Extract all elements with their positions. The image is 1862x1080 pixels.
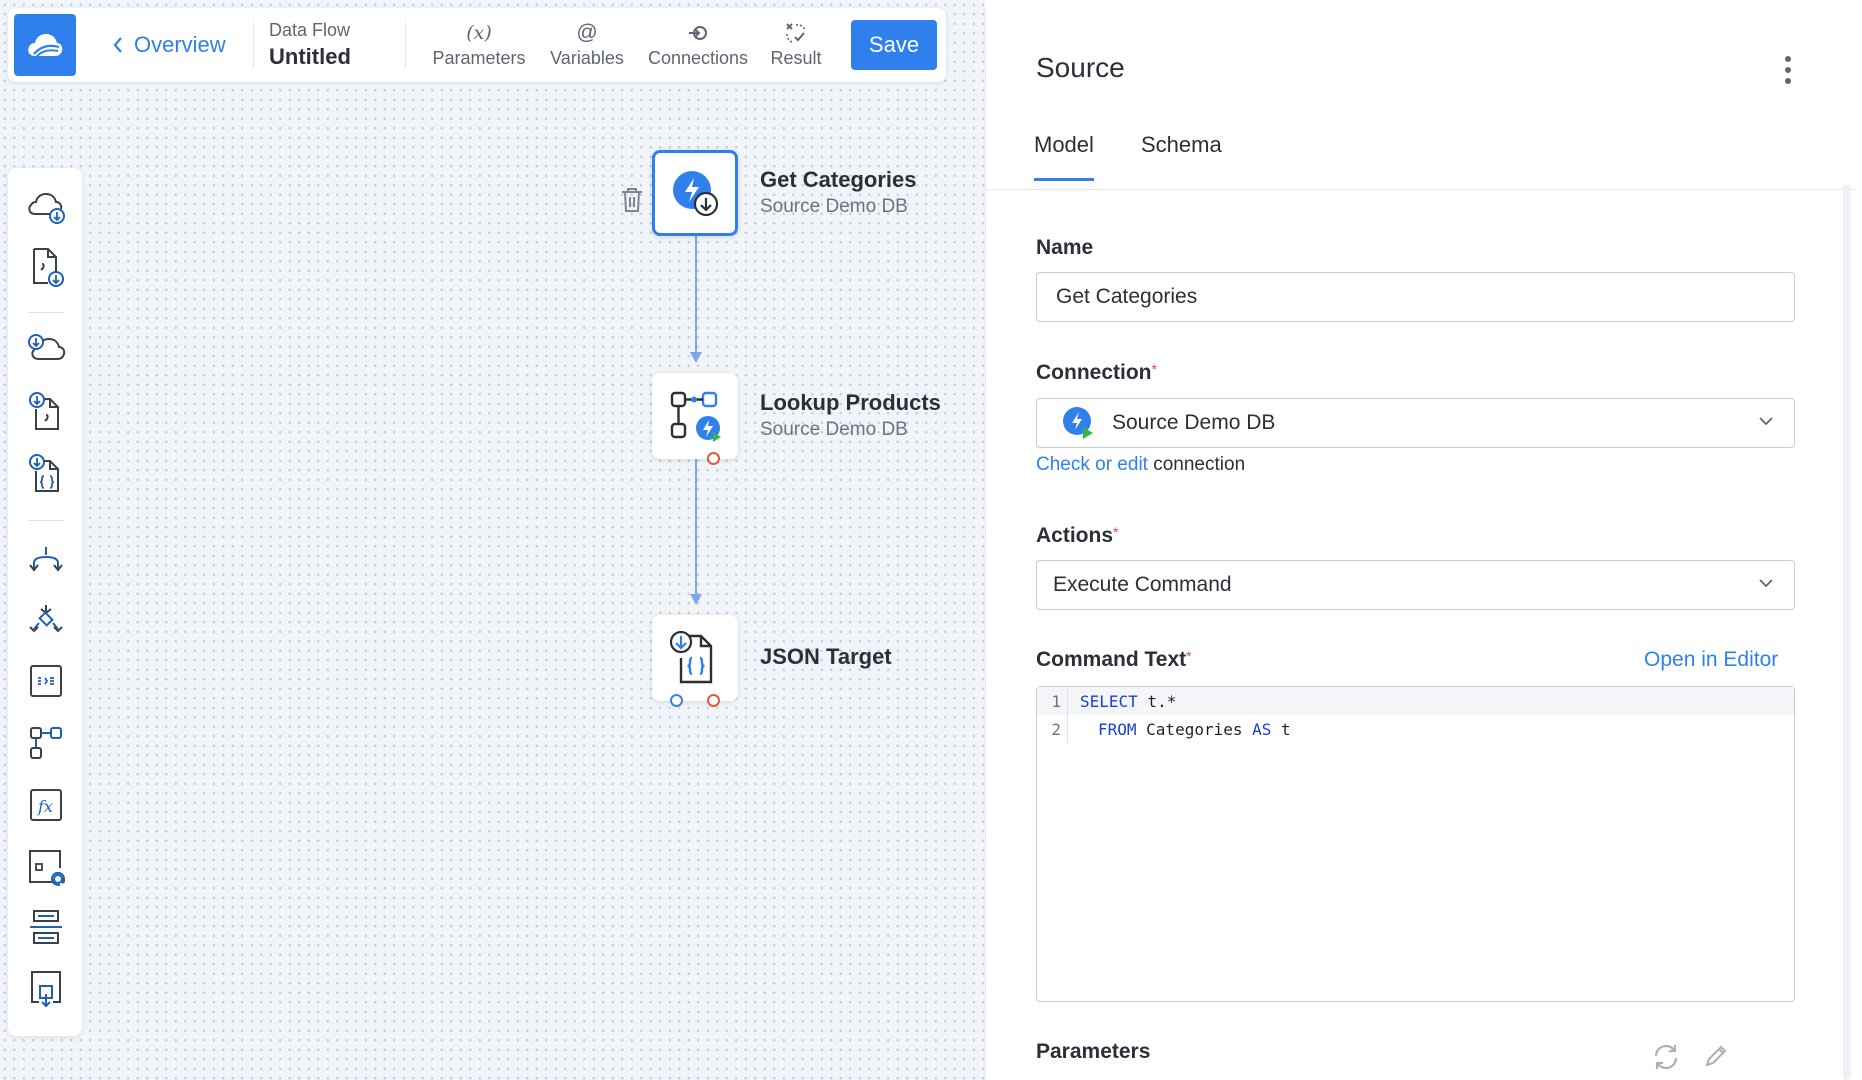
x-variable-icon: (x) xyxy=(466,22,492,44)
actions-select[interactable]: Execute Command xyxy=(1036,560,1795,610)
cloud-source-icon[interactable] xyxy=(25,186,67,228)
output-port[interactable] xyxy=(707,452,720,465)
output-port[interactable] xyxy=(707,694,720,707)
at-icon: @ xyxy=(576,21,598,44)
code-line: 1 SELECT t.* xyxy=(1037,687,1794,715)
chevron-left-icon xyxy=(113,37,122,53)
lookup-icon[interactable] xyxy=(25,722,67,764)
component-palette: fx xyxy=(8,168,82,1036)
required-mark: * xyxy=(1186,648,1192,664)
input-port[interactable] xyxy=(670,694,683,707)
required-mark: * xyxy=(1151,361,1157,377)
chevron-down-icon xyxy=(1759,417,1773,426)
node-lookup-products-label: Lookup Products Source Demo DB xyxy=(760,389,941,443)
connection-label: Connection* xyxy=(1036,361,1157,384)
panel-title: Source xyxy=(1036,52,1125,83)
connections-button[interactable]: Connections xyxy=(638,20,758,76)
command-text-label: Command Text* xyxy=(1036,648,1192,671)
source-db-icon xyxy=(673,171,719,217)
merge-icon[interactable] xyxy=(25,598,67,640)
node-json-target-label: JSON Target xyxy=(760,643,892,671)
connection-icon xyxy=(687,20,709,46)
result-button[interactable]: Result xyxy=(758,20,834,76)
extend-icon[interactable] xyxy=(25,968,67,1010)
required-mark: * xyxy=(1113,524,1119,540)
app-logo[interactable] xyxy=(14,14,76,76)
map-icon[interactable] xyxy=(25,660,67,702)
refresh-icon[interactable] xyxy=(1651,1042,1681,1077)
top-toolbar: Overview Data Flow Untitled (x) Paramete… xyxy=(8,8,946,82)
node-json-target[interactable] xyxy=(652,615,738,701)
json-file-icon xyxy=(669,630,713,684)
properties-panel: Source Model Schema Name Connection* Sou… xyxy=(985,8,1855,1080)
palette-divider xyxy=(28,312,64,313)
actions-value: Execute Command xyxy=(1053,573,1232,596)
panel-tabs: Model Schema xyxy=(986,118,1855,190)
lookup-icon xyxy=(670,391,721,442)
node-get-categories[interactable] xyxy=(652,150,738,236)
function-icon[interactable]: fx xyxy=(25,784,67,826)
parameters-label: Parameters xyxy=(1036,1040,1151,1063)
overview-back-link[interactable]: Overview xyxy=(112,30,226,60)
palette-divider xyxy=(28,520,64,521)
flow-arrow xyxy=(690,594,702,605)
connection-select[interactable]: Source Demo DB xyxy=(1036,398,1795,448)
tab-schema[interactable]: Schema xyxy=(1141,132,1222,178)
toolbar-divider xyxy=(405,22,406,68)
flow-connector xyxy=(695,459,697,597)
flow-connector xyxy=(695,236,697,356)
svg-text:fx: fx xyxy=(37,797,53,816)
cloud-target-icon[interactable] xyxy=(25,328,67,370)
flow-canvas[interactable] xyxy=(0,0,985,1080)
chevron-down-icon xyxy=(1759,579,1773,588)
source-db-icon xyxy=(1063,407,1093,439)
name-input[interactable] xyxy=(1036,272,1795,322)
parameters-button[interactable]: (x) Parameters xyxy=(429,20,529,76)
edit-icon[interactable] xyxy=(1702,1042,1730,1075)
overview-label: Overview xyxy=(134,32,226,57)
command-text-editor[interactable]: 1 SELECT t.* 2 FROM Categories AS t xyxy=(1036,686,1795,1002)
open-in-editor-link[interactable]: Open in Editor xyxy=(1644,648,1778,672)
connection-value: Source Demo DB xyxy=(1112,411,1276,434)
cloud-logo-icon xyxy=(28,34,63,57)
code-line: 2 FROM Categories AS t xyxy=(1037,715,1794,743)
check-edit-connection-link[interactable]: Check or edit xyxy=(1036,454,1148,475)
file-source-icon[interactable] xyxy=(25,246,67,288)
node-subtitle: Source Demo DB xyxy=(760,196,908,217)
variables-button[interactable]: @ Variables xyxy=(542,20,632,76)
flow-info: Data Flow Untitled xyxy=(269,18,351,72)
name-label: Name xyxy=(1036,236,1094,259)
json-target-icon[interactable] xyxy=(25,452,67,494)
panel-scrollbar[interactable] xyxy=(1843,184,1851,1080)
flow-arrow xyxy=(690,352,702,363)
node-title: JSON Target xyxy=(760,644,892,669)
variable-icon[interactable] xyxy=(25,846,67,888)
connection-hint: Check or edit connection xyxy=(1036,454,1246,475)
file-target-icon[interactable] xyxy=(25,390,67,432)
toolbar-divider xyxy=(253,22,254,68)
tab-model[interactable]: Model xyxy=(1034,132,1094,181)
result-icon xyxy=(783,20,809,46)
actions-label: Actions* xyxy=(1036,524,1119,547)
split-icon[interactable] xyxy=(25,538,67,580)
node-title: Get Categories xyxy=(760,167,917,192)
node-subtitle: Source Demo DB xyxy=(760,419,908,440)
delete-node-icon[interactable] xyxy=(620,186,644,219)
node-lookup-products[interactable] xyxy=(652,373,738,459)
table-icon[interactable] xyxy=(25,906,67,948)
node-title: Lookup Products xyxy=(760,390,941,415)
save-button[interactable]: Save xyxy=(851,20,937,70)
node-get-categories-label: Get Categories Source Demo DB xyxy=(760,166,917,220)
flow-type-label: Data Flow xyxy=(269,20,351,40)
flow-name[interactable]: Untitled xyxy=(269,42,351,72)
more-options-icon[interactable] xyxy=(1778,52,1798,88)
